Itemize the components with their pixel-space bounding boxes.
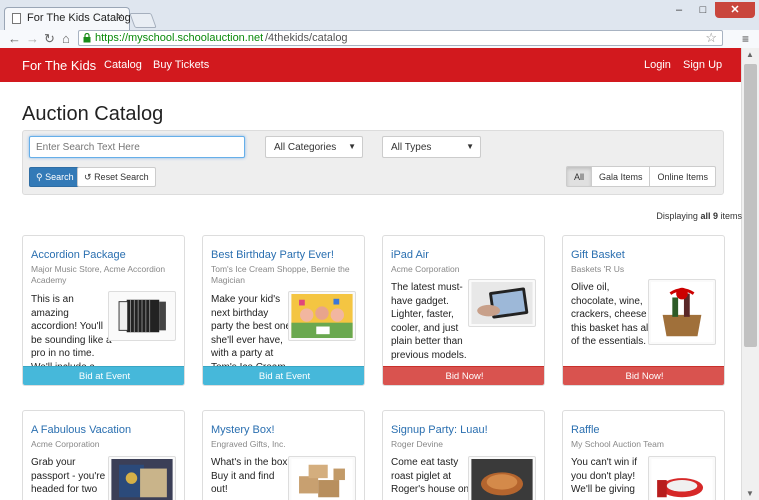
nav-link-catalog[interactable]: Catalog <box>104 59 142 71</box>
item-donor: Engraved Gifts, Inc. <box>211 439 286 449</box>
search-button[interactable]: ⚲ Search <box>29 167 81 187</box>
lock-icon <box>83 33 91 43</box>
item-description: This is an amazing accordion! You'll be … <box>31 294 112 366</box>
item-title-link[interactable]: Gift Basket <box>571 249 625 261</box>
item-card[interactable]: Accordion Package Major Music Store, Acm… <box>22 235 185 386</box>
category-select[interactable]: All Categories ▼ <box>265 136 363 158</box>
bid-at-event-button[interactable]: Bid at Event <box>203 366 364 385</box>
ribbon-image[interactable] <box>648 456 716 500</box>
reset-button-label: Reset Search <box>94 172 149 182</box>
item-card[interactable]: Gift Basket Baskets 'R Us Olive oil, cho… <box>562 235 725 386</box>
window-controls: – □ ✕ <box>667 2 755 18</box>
login-link[interactable]: Login <box>644 59 671 71</box>
reset-search-button[interactable]: ↺ Reset Search <box>77 167 156 187</box>
page-icon <box>12 13 21 24</box>
back-icon[interactable]: ← <box>8 31 21 46</box>
toggle-online-items[interactable]: Online Items <box>649 166 716 187</box>
item-title-link[interactable]: Raffle <box>571 424 600 436</box>
search-icon: ⚲ <box>36 172 43 182</box>
bid-at-event-button[interactable]: Bid at Event <box>23 366 184 385</box>
luau-image[interactable] <box>468 456 536 500</box>
gift-basket-image[interactable] <box>648 279 716 345</box>
category-select-value: All Categories <box>274 142 337 153</box>
item-donor: Acme Corporation <box>31 439 100 449</box>
url-secure-part: https://myschool.schoolauction.net <box>95 32 264 44</box>
results-suffix: items <box>720 211 742 221</box>
item-card[interactable]: A Fabulous Vacation Acme Corporation Gra… <box>22 410 185 500</box>
item-title-link[interactable]: Accordion Package <box>31 249 126 261</box>
item-donor: Tom's Ice Cream Shoppe, Bernie the Magic… <box>211 264 350 285</box>
nav-link-buy-tickets[interactable]: Buy Tickets <box>153 59 209 71</box>
results-prefix: Displaying <box>656 211 698 221</box>
home-icon[interactable]: ⌂ <box>62 31 70 46</box>
type-select-value: All Types <box>391 142 432 153</box>
maximize-button[interactable]: □ <box>691 2 715 18</box>
item-title-link[interactable]: Signup Party: Luau! <box>391 424 488 436</box>
url-path: /4thekids/catalog <box>265 32 348 44</box>
minimize-button[interactable]: – <box>667 2 691 18</box>
address-bar[interactable]: https://myschool.schoolauction.net /4the… <box>78 30 723 46</box>
item-donor: Major Music Store, Acme Accordion Academ… <box>31 264 166 285</box>
item-card[interactable]: Signup Party: Luau! Roger Devine Come ea… <box>382 410 545 500</box>
item-donor: Acme Corporation <box>391 264 460 274</box>
close-window-button[interactable]: ✕ <box>715 2 755 18</box>
site-navbar: For The Kids Catalog Buy Tickets Login S… <box>0 48 741 82</box>
item-description: Olive oil, chocolate, wine, crackers, ch… <box>571 282 653 347</box>
item-description: You can't win if you don't play! We'll b… <box>571 457 638 495</box>
tablet-image[interactable] <box>468 279 536 327</box>
forward-icon[interactable]: → <box>26 31 39 46</box>
browser-chrome: For The Kids Catalog × – □ ✕ ← → ↻ ⌂ htt… <box>0 0 759 48</box>
page-title: Auction Catalog <box>22 103 164 125</box>
reload-icon[interactable]: ↻ <box>44 31 55 47</box>
scroll-thumb[interactable] <box>744 64 757 347</box>
passport-image[interactable] <box>108 456 176 500</box>
toggle-all[interactable]: All <box>565 166 592 187</box>
item-donor: Roger Devine <box>391 439 443 449</box>
chevron-down-icon: ▼ <box>466 142 474 151</box>
item-type-toggle: All Gala Items Online Items <box>565 166 716 187</box>
item-donor: Baskets 'R Us <box>571 264 625 274</box>
browser-tab[interactable]: For The Kids Catalog × <box>4 7 131 30</box>
toggle-gala-items[interactable]: Gala Items <box>590 166 651 187</box>
brand-link[interactable]: For The Kids <box>22 58 96 73</box>
results-count-value: all 9 <box>700 211 718 221</box>
party-image[interactable] <box>288 291 356 341</box>
signup-link[interactable]: Sign Up <box>683 59 722 71</box>
item-card[interactable]: Mystery Box! Engraved Gifts, Inc. What's… <box>202 410 365 500</box>
item-description: What's in the box? Buy it and find out! <box>211 457 293 495</box>
item-donor: My School Auction Team <box>571 439 664 449</box>
bid-now-button[interactable]: Bid Now! <box>563 366 724 385</box>
browser-menu-icon[interactable]: ≡ <box>742 32 749 46</box>
item-card[interactable]: Raffle My School Auction Team You can't … <box>562 410 725 500</box>
bookmark-star-icon[interactable]: ☆ <box>705 30 717 46</box>
new-tab-button[interactable] <box>129 13 157 28</box>
bid-now-button[interactable]: Bid Now! <box>383 366 544 385</box>
chevron-down-icon: ▼ <box>348 142 356 151</box>
type-select[interactable]: All Types ▼ <box>382 136 481 158</box>
item-title-link[interactable]: Best Birthday Party Ever! <box>211 249 334 261</box>
item-description: Come eat tasty roast piglet at Roger's h… <box>391 457 470 495</box>
item-title-link[interactable]: A Fabulous Vacation <box>31 424 131 436</box>
item-title-link[interactable]: Mystery Box! <box>211 424 275 436</box>
page-scrollbar[interactable]: ▲ ▼ <box>741 48 759 500</box>
item-description: Grab your passport - you're headed for t… <box>31 457 106 495</box>
filter-panel: All Categories ▼ All Types ▼ ⚲ Search ↺ … <box>22 130 724 195</box>
tab-close-icon[interactable]: × <box>117 11 123 23</box>
accordion-image[interactable] <box>108 291 176 341</box>
item-description: Make your kid's next birthday party the … <box>211 294 292 366</box>
scroll-up-icon[interactable]: ▲ <box>746 50 754 59</box>
reset-icon: ↺ <box>84 172 92 182</box>
search-button-label: Search <box>45 172 74 182</box>
search-input[interactable] <box>29 136 245 158</box>
item-title-link[interactable]: iPad Air <box>391 249 429 261</box>
scroll-down-icon[interactable]: ▼ <box>746 489 754 498</box>
boxes-image[interactable] <box>288 456 356 500</box>
item-card[interactable]: iPad Air Acme Corporation The latest mus… <box>382 235 545 386</box>
item-description: The latest must-have gadget. Lighter, fa… <box>391 282 467 361</box>
results-count: Displaying all 9 items <box>656 211 742 221</box>
tab-title: For The Kids Catalog <box>27 12 131 24</box>
item-card[interactable]: Best Birthday Party Ever! Tom's Ice Crea… <box>202 235 365 386</box>
